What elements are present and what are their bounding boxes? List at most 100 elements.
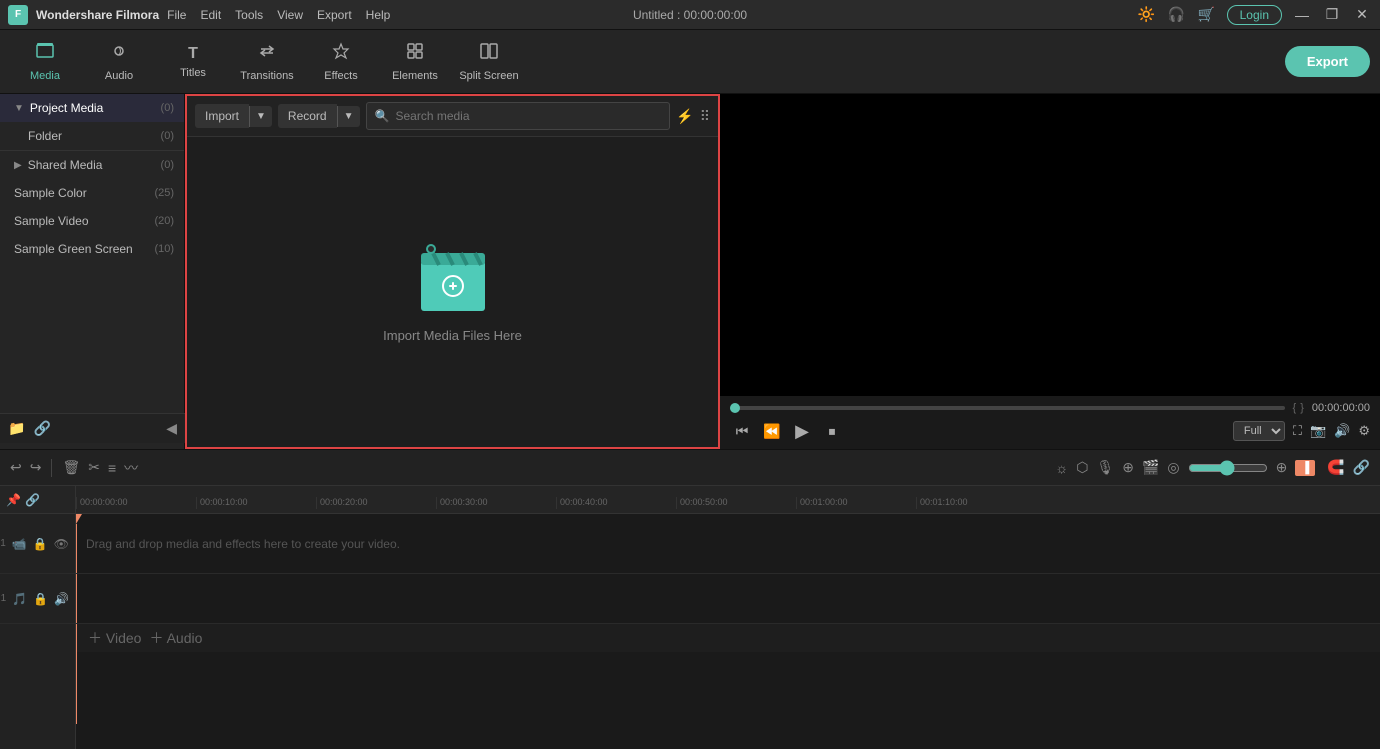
record-button-wrap: Record ▼: [278, 104, 360, 128]
sidebar-item-sample-color[interactable]: Sample Color (25): [0, 179, 184, 207]
folder-count: (0): [161, 130, 174, 142]
video-track-lock-icon[interactable]: 🔒: [33, 537, 48, 551]
elements-label: Elements: [392, 70, 438, 82]
track-labels: 📌 🔗 1 📹 🔒 👁 1 🎵 🔒 🔊: [0, 486, 76, 749]
menu-tools[interactable]: Tools: [235, 8, 263, 22]
grid-layout-icon[interactable]: ⠿: [700, 108, 710, 125]
record-button[interactable]: Record: [278, 104, 337, 128]
voice-icon[interactable]: 🎙: [1096, 459, 1114, 476]
toolbar-transitions[interactable]: Transitions: [232, 35, 302, 89]
window-title: Untitled : 00:00:00:00: [633, 8, 747, 22]
cut-button[interactable]: ✂: [88, 459, 100, 476]
audio-track-label: 1 🎵 🔒 🔊: [0, 574, 75, 624]
playback-controls: ⏮ ⏪ ▶ ⏹ Full 1/2 1/4 ⛶ 📷 🔊 ⚙: [730, 419, 1370, 443]
quality-select[interactable]: Full 1/2 1/4: [1233, 421, 1285, 441]
add-media-icon[interactable]: ⊕: [1122, 459, 1134, 476]
link-track-icon[interactable]: 🔗: [25, 493, 40, 507]
add-audio-track-button[interactable]: ＋ Audio: [149, 628, 202, 648]
search-input[interactable]: [395, 103, 661, 129]
redo-button[interactable]: ↪: [30, 459, 42, 476]
snap-toggle[interactable]: 🧲: [1327, 459, 1344, 476]
menu-view[interactable]: View: [277, 8, 303, 22]
ts-60: 00:01:00:00: [796, 497, 916, 509]
menu-export[interactable]: Export: [317, 8, 352, 22]
add-track-icon[interactable]: 📌: [6, 493, 21, 507]
toolbar-splitscreen[interactable]: Split Screen: [454, 35, 524, 89]
volume-button[interactable]: 🔊: [1334, 423, 1350, 439]
progress-bar[interactable]: [730, 406, 1285, 410]
add-video-track-button[interactable]: ＋ Video: [88, 628, 141, 648]
tracks-scroll[interactable]: Drag and drop media and effects here to …: [76, 514, 1380, 749]
skip-back-button[interactable]: ⏮: [730, 419, 754, 443]
export-button[interactable]: Export: [1285, 46, 1370, 77]
menu-help[interactable]: Help: [366, 8, 391, 22]
sidebar-item-folder[interactable]: Folder (0): [0, 122, 184, 150]
cart-icon[interactable]: 🛒: [1197, 6, 1217, 23]
import-dropdown-arrow[interactable]: ▼: [249, 106, 272, 127]
import-button[interactable]: Import: [195, 104, 249, 128]
close-icon[interactable]: ✕: [1352, 6, 1372, 23]
toolbar-effects[interactable]: Effects: [306, 35, 376, 89]
ripple-edit-icon[interactable]: ◎: [1167, 459, 1179, 476]
audio-waves-button[interactable]: 〰: [124, 458, 138, 478]
clapboard-icon: [413, 241, 493, 316]
toolbar-media[interactable]: Media: [10, 35, 80, 89]
menu-edit[interactable]: Edit: [200, 8, 221, 22]
media-icon: [35, 41, 55, 66]
audio-icon: [109, 41, 129, 66]
transitions-icon: [257, 41, 277, 66]
add-track-row: ＋ Video ＋ Audio: [76, 624, 1380, 652]
video-track-eye-icon[interactable]: 👁: [54, 537, 69, 551]
play-button[interactable]: ▶: [790, 419, 814, 443]
in-bracket: {: [1293, 402, 1297, 414]
zoom-fit-icon[interactable]: ⊕: [1276, 459, 1288, 476]
toolbar-elements[interactable]: Elements: [380, 35, 450, 89]
folder-link-icon[interactable]: 🔗: [33, 420, 50, 437]
video-track-row[interactable]: Drag and drop media and effects here to …: [76, 514, 1380, 574]
snapshot-button[interactable]: 📷: [1310, 423, 1326, 439]
fullscreen-button[interactable]: ⛶: [1293, 423, 1302, 439]
headphone-icon[interactable]: 🎧: [1167, 6, 1187, 23]
minimize-icon[interactable]: —: [1292, 7, 1312, 23]
zoom-slider[interactable]: [1188, 460, 1268, 476]
media-drop-area[interactable]: Import Media Files Here: [187, 137, 718, 447]
link-toggle[interactable]: 🔗: [1353, 459, 1370, 476]
record-dropdown-arrow[interactable]: ▼: [337, 106, 360, 127]
audio-track-row[interactable]: [76, 574, 1380, 624]
maximize-icon[interactable]: ❐: [1322, 6, 1342, 23]
filter-icon[interactable]: ⚡: [676, 108, 693, 125]
out-bracket: }: [1300, 402, 1304, 414]
media-toolbar: Import ▼ Record ▼ 🔍 ⚡ ⠿: [187, 96, 718, 137]
audio-track-number: 1: [1, 593, 7, 604]
properties-button[interactable]: ≡: [108, 460, 116, 476]
sample-green-screen-label: Sample Green Screen: [14, 242, 133, 256]
login-button[interactable]: Login: [1227, 5, 1282, 25]
brightness-icon[interactable]: 🔆: [1137, 6, 1157, 23]
frame-back-button[interactable]: ⏪: [760, 419, 784, 443]
auto-normalize-icon[interactable]: ☼: [1055, 460, 1068, 476]
mark-in-icon[interactable]: ▐: [1295, 460, 1315, 476]
stop-button[interactable]: ⏹: [820, 419, 844, 443]
sidebar-item-project-media[interactable]: ▼ Project Media (0): [0, 94, 184, 122]
app-logo: F: [8, 5, 28, 25]
toolbar-separator: [51, 459, 52, 477]
sidebar-item-sample-video[interactable]: Sample Video (20): [0, 207, 184, 235]
menu-file[interactable]: File: [167, 8, 186, 22]
audio-track-volume-icon[interactable]: 🔊: [54, 592, 69, 606]
settings-button[interactable]: ⚙: [1358, 423, 1370, 439]
project-media-label: Project Media: [30, 101, 103, 115]
folder-label: Folder: [28, 129, 62, 143]
add-folder-icon[interactable]: 📁: [8, 420, 25, 437]
project-media-count: (0): [161, 102, 174, 114]
title-bar-right: 🔆 🎧 🛒 Login — ❐ ✕: [1137, 5, 1372, 25]
audio-track-lock-icon[interactable]: 🔒: [33, 592, 48, 606]
sidebar-item-sample-green-screen[interactable]: Sample Green Screen (10): [0, 235, 184, 263]
panel-collapse-icon[interactable]: ◀: [166, 420, 177, 437]
sidebar-item-shared-media[interactable]: ▶ Shared Media (0): [0, 151, 184, 179]
delete-button[interactable]: 🗑: [62, 459, 80, 476]
scene-detect-icon[interactable]: 🎬: [1142, 459, 1159, 476]
toolbar-audio[interactable]: Audio: [84, 35, 154, 89]
clip-blend-icon[interactable]: ⬡: [1076, 459, 1088, 476]
undo-button[interactable]: ↩: [10, 459, 22, 476]
toolbar-titles[interactable]: T Titles: [158, 35, 228, 89]
